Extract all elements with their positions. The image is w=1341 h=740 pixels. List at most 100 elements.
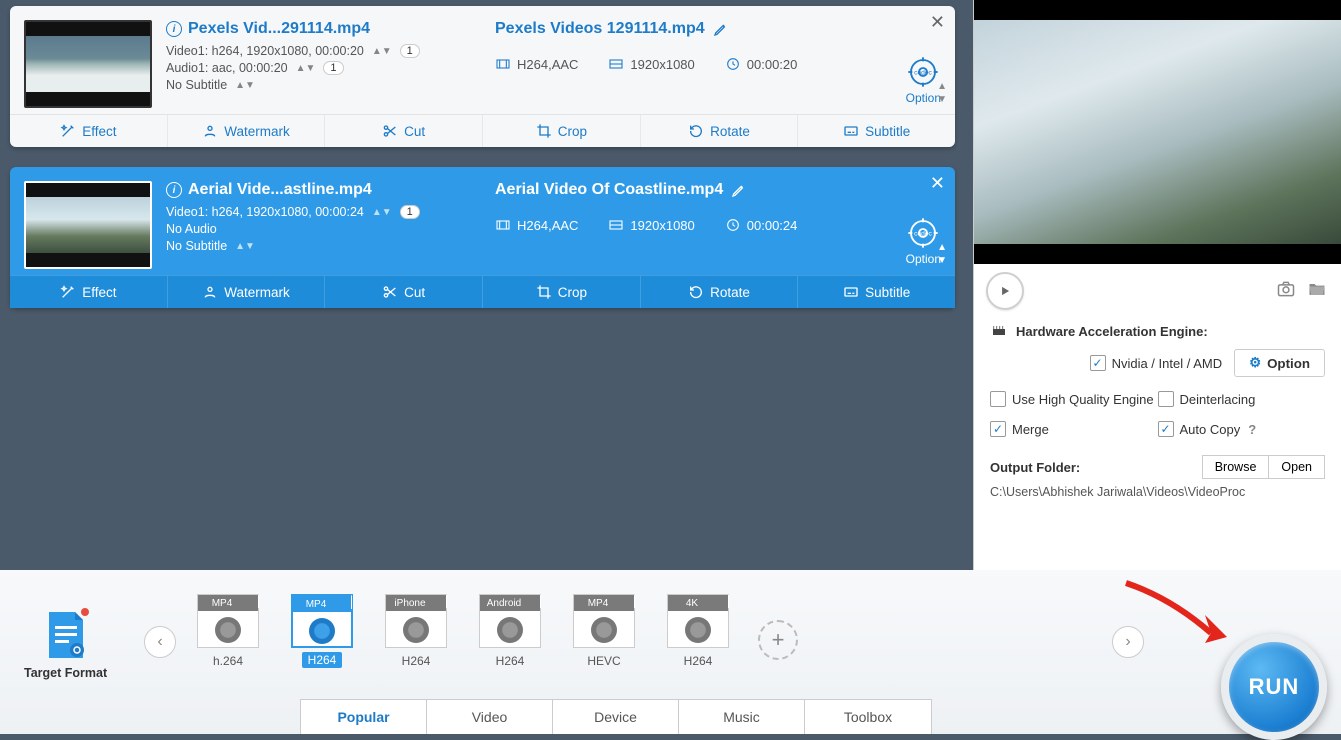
chip-icon (990, 326, 1008, 338)
codec-gear-icon: codec (907, 217, 939, 249)
video-stream-count: 1 (400, 44, 420, 58)
cut-button[interactable]: Cut (324, 115, 482, 147)
person-icon (202, 284, 218, 300)
tab-device[interactable]: Device (553, 700, 679, 734)
crop-icon (536, 284, 552, 300)
format-mp4-hevc[interactable]: MP4HEVC (568, 594, 640, 668)
wand-icon (60, 284, 76, 300)
tab-popular[interactable]: Popular (301, 700, 427, 734)
audio-stream-info: No Audio (166, 222, 217, 236)
rename-icon[interactable] (731, 182, 747, 198)
edit-toolbar: Effect Watermark Cut Crop Rotate Subtitl… (10, 114, 955, 147)
subtitle-info: No Subtitle (166, 78, 227, 92)
tab-music[interactable]: Music (679, 700, 805, 734)
tab-toolbox[interactable]: Toolbox (805, 700, 931, 734)
tab-video[interactable]: Video (427, 700, 553, 734)
stream-selector-icon[interactable]: ▲▼ (296, 63, 316, 74)
preview-panel: Hardware Acceleration Engine: Nvidia / I… (973, 0, 1341, 570)
format-android[interactable]: AndroidH264 (474, 594, 546, 668)
category-tabs: Popular Video Device Music Toolbox (300, 699, 932, 734)
rotate-button[interactable]: Rotate (640, 276, 798, 308)
resolution-icon (608, 56, 624, 72)
format-iphone[interactable]: iPhoneH264 (380, 594, 452, 668)
queue-item-1[interactable]: ✕ iPexels Vid...291114.mp4 Video1: h264,… (10, 6, 955, 147)
crop-icon (536, 123, 552, 139)
queue-item-2[interactable]: ✕ iAerial Vide...astline.mp4 Video1: h26… (10, 167, 955, 308)
svg-text:codec: codec (914, 70, 932, 77)
move-down-icon[interactable]: ▼ (937, 255, 947, 266)
output-duration: 00:00:20 (725, 56, 798, 72)
effect-button[interactable]: Effect (10, 115, 167, 147)
stream-selector-icon[interactable]: ▲▼ (372, 207, 392, 218)
info-icon[interactable]: i (166, 21, 182, 37)
person-icon (202, 123, 218, 139)
subtitle-icon (843, 284, 859, 300)
stream-selector-icon[interactable]: ▲▼ (235, 80, 255, 91)
film-icon (495, 56, 511, 72)
film-icon (495, 217, 511, 233)
target-format-button[interactable]: Target Format (24, 610, 107, 680)
scroll-left-button[interactable]: ‹ (144, 626, 176, 658)
hw-option-button[interactable]: ⚙Option (1234, 349, 1325, 377)
stream-selector-icon[interactable]: ▲▼ (372, 46, 392, 57)
high-quality-checkbox[interactable]: Use High Quality Engine (990, 391, 1158, 407)
format-4k[interactable]: 4KH264 (662, 594, 734, 668)
close-icon[interactable]: ✕ (930, 173, 945, 194)
add-format-button[interactable]: + (758, 620, 798, 660)
source-title: iAerial Vide...astline.mp4 (166, 181, 461, 199)
conversion-queue: ✕ iPexels Vid...291114.mp4 Video1: h264,… (10, 6, 955, 566)
watermark-button[interactable]: Watermark (167, 115, 325, 147)
format-mp4-h264-active[interactable]: MP4H264 (286, 594, 358, 668)
wand-icon (60, 123, 76, 139)
codec-option-button[interactable]: codecOption (906, 217, 941, 266)
scissors-icon (382, 123, 398, 139)
scroll-right-button[interactable]: › (1112, 626, 1144, 658)
output-resolution: 1920x1080 (608, 217, 694, 233)
watermark-button[interactable]: Watermark (167, 276, 325, 308)
video-thumbnail[interactable] (24, 20, 152, 108)
play-button[interactable] (986, 272, 1024, 310)
format-mp4-h264[interactable]: MP4h.264 (192, 594, 264, 668)
rename-icon[interactable] (713, 21, 729, 37)
move-down-icon[interactable]: ▼ (937, 94, 947, 105)
output-resolution: 1920x1080 (608, 56, 694, 72)
nvidia-checkbox[interactable]: Nvidia / Intel / AMD (1090, 355, 1223, 371)
close-icon[interactable]: ✕ (930, 12, 945, 33)
cut-button[interactable]: Cut (324, 276, 482, 308)
autocopy-checkbox[interactable]: Auto Copy? (1158, 421, 1326, 437)
deinterlace-checkbox[interactable]: Deinterlacing (1158, 391, 1326, 407)
run-button[interactable]: RUN (1221, 634, 1327, 740)
crop-button[interactable]: Crop (482, 115, 640, 147)
audio-stream-count: 1 (323, 61, 343, 75)
merge-checkbox[interactable]: Merge (990, 421, 1158, 437)
source-title: iPexels Vid...291114.mp4 (166, 20, 461, 38)
output-codec: H264,AAC (495, 56, 578, 72)
preview-video[interactable] (974, 0, 1341, 264)
subtitle-button[interactable]: Subtitle (797, 276, 955, 308)
rotate-icon (688, 123, 704, 139)
format-strip: MP4h.264 MP4H264 iPhoneH264 AndroidH264 … (192, 594, 734, 668)
open-folder-icon[interactable] (1305, 279, 1329, 304)
codec-gear-icon: codec (907, 56, 939, 88)
open-button[interactable]: Open (1269, 455, 1325, 479)
help-icon[interactable]: ? (1248, 422, 1256, 437)
rotate-button[interactable]: Rotate (640, 115, 798, 147)
crop-button[interactable]: Crop (482, 276, 640, 308)
snapshot-icon[interactable] (1275, 279, 1297, 304)
output-title: Pexels Videos 1291114.mp4 (495, 20, 941, 38)
video-thumbnail[interactable] (24, 181, 152, 269)
output-folder-label: Output Folder: (990, 460, 1202, 475)
browse-button[interactable]: Browse (1202, 455, 1270, 479)
info-icon[interactable]: i (166, 182, 182, 198)
move-up-icon[interactable]: ▲ (937, 242, 947, 253)
edit-toolbar: Effect Watermark Cut Crop Rotate Subtitl… (10, 275, 955, 308)
effect-button[interactable]: Effect (10, 276, 167, 308)
stream-selector-icon[interactable]: ▲▼ (235, 241, 255, 252)
clock-icon (725, 56, 741, 72)
move-up-icon[interactable]: ▲ (937, 81, 947, 92)
video-stream-info: Video1: h264, 1920x1080, 00:00:24 (166, 205, 364, 219)
subtitle-info: No Subtitle (166, 239, 227, 253)
subtitle-button[interactable]: Subtitle (797, 115, 955, 147)
codec-option-button[interactable]: codecOption (906, 56, 941, 105)
rotate-icon (688, 284, 704, 300)
